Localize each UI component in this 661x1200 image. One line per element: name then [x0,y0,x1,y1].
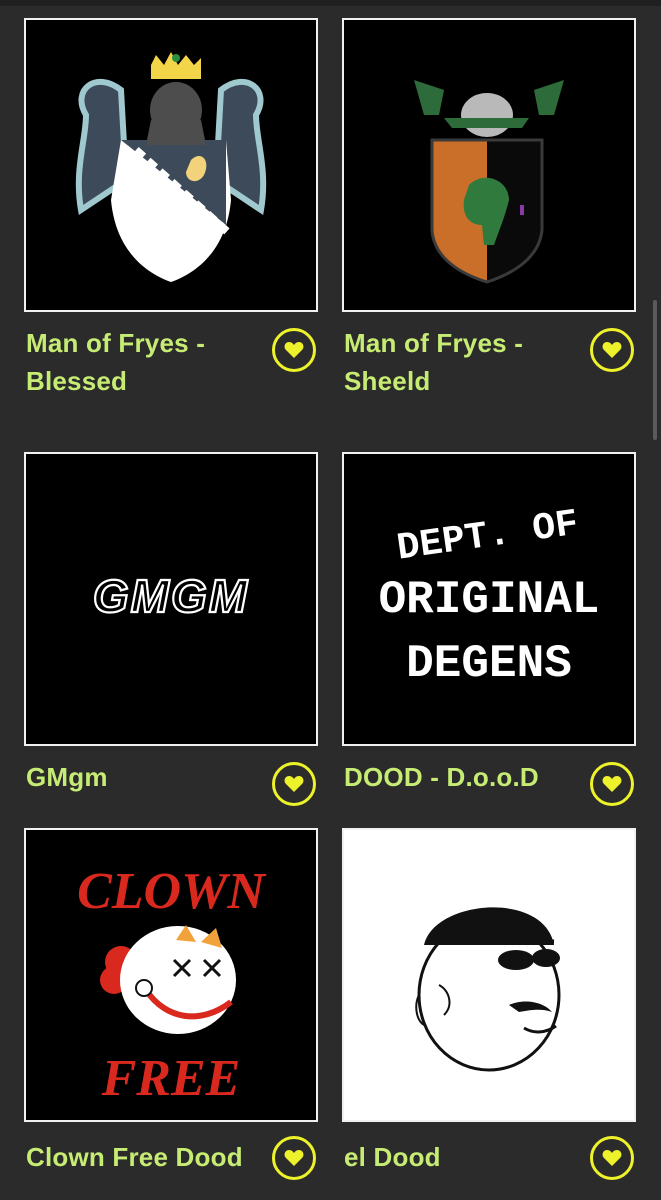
nft-image-man-of-fryes-sheeld[interactable] [342,18,636,312]
heart-icon [602,776,622,792]
heart-icon [284,1150,304,1166]
favorite-button[interactable] [590,762,634,806]
nft-image-el-dood[interactable] [342,828,636,1122]
top-strip [0,0,661,6]
favorite-button[interactable] [272,762,316,806]
heart-icon [602,342,622,358]
clown-art-bottom: FREE [101,1050,241,1107]
nft-image-gmgm[interactable]: GMGM [24,452,318,746]
nft-image-dood-dood[interactable]: DEPT. OF ORIGINAL DEGENS [342,452,636,746]
scrollbar[interactable] [653,300,657,440]
nft-title[interactable]: Man of Fryes - Blessed [26,324,254,400]
dood-art-line-1: DEPT. OF [394,503,581,571]
dood-art-line-2: ORIGINAL [379,574,600,626]
heart-icon [284,342,304,358]
nft-title[interactable]: Man of Fryes - Sheeld [344,324,572,400]
favorite-button[interactable] [590,328,634,372]
clown-art-top: CLOWN [77,863,267,920]
favorite-button[interactable] [590,1136,634,1180]
nft-title[interactable]: GMgm [26,758,254,796]
favorite-button[interactable] [272,328,316,372]
nft-title[interactable]: el Dood [344,1138,572,1176]
nft-image-man-of-fryes-blessed[interactable] [24,18,318,312]
gmgm-art-text: GMGM [93,570,249,622]
dood-art-line-3: DEGENS [406,638,572,690]
heart-icon [284,776,304,792]
favorite-button[interactable] [272,1136,316,1180]
nft-title[interactable]: DOOD - D.o.o.D [344,758,572,796]
heart-icon [602,1150,622,1166]
nft-image-clown-free-dood[interactable]: CLOWN FREE [24,828,318,1122]
nft-title[interactable]: Clown Free Dood [26,1138,254,1176]
